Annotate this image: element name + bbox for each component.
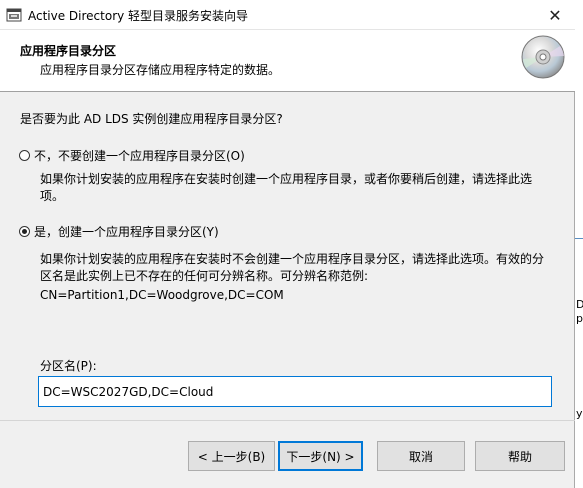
page-subtitle: 应用程序目录分区存储应用程序特定的数据。 <box>40 63 281 77</box>
title-bar: Active Directory 轻型目录服务安装向导 ✕ <box>0 0 575 30</box>
partition-name-input[interactable] <box>38 376 552 407</box>
help-button[interactable]: 帮助 <box>475 441 565 471</box>
next-button[interactable]: 下一步(N) > <box>278 441 363 471</box>
option-no-description: 如果你计划安装的应用程序在安装时创建一个应用程序目录，或者你要稍后创建，请选择此… <box>40 172 533 203</box>
background-text-fragment: y <box>576 407 583 420</box>
cancel-button[interactable]: 取消 <box>377 441 465 471</box>
radio-yes-label[interactable]: 是，创建一个应用程序目录分区(Y) <box>34 223 219 240</box>
close-icon: ✕ <box>548 5 562 25</box>
wizard-window: Active Directory 轻型目录服务安装向导 ✕ 应用程序目录分区 应… <box>0 0 575 488</box>
radio-no-label[interactable]: 不，不要创建一个应用程序目录分区(O) <box>34 147 245 164</box>
page-title: 应用程序目录分区 <box>20 44 117 58</box>
background-text-fragment: D <box>576 298 583 311</box>
background-line <box>575 238 583 239</box>
background-text-fragment: pl <box>576 312 583 325</box>
close-button[interactable]: ✕ <box>535 0 575 30</box>
window-title: Active Directory 轻型目录服务安装向导 <box>28 9 249 23</box>
app-icon <box>6 8 22 22</box>
option-yes-description: 如果你计划安装的应用程序在安装时不会创建一个应用程序目录分区，请选择此选项。有效… <box>40 252 545 283</box>
radio-option-yes[interactable]: 是，创建一个应用程序目录分区(Y) <box>19 223 219 240</box>
partition-name-label: 分区名(P): <box>40 359 97 373</box>
partition-question: 是否要为此 AD LDS 实例创建应用程序目录分区? <box>20 112 283 126</box>
button-separator <box>0 420 575 421</box>
radio-yes-circle[interactable] <box>19 226 30 237</box>
cd-disc-icon <box>521 35 565 79</box>
radio-option-no[interactable]: 不，不要创建一个应用程序目录分区(O) <box>19 147 245 164</box>
distinguished-name-example: CN=Partition1,DC=Woodgrove,DC=COM <box>40 288 284 302</box>
radio-no-circle[interactable] <box>19 150 30 161</box>
back-button[interactable]: < 上一步(B) <box>188 441 275 471</box>
background-window-strip: D pl y <box>575 0 583 488</box>
wizard-header: 应用程序目录分区 应用程序目录分区存储应用程序特定的数据。 <box>0 30 575 92</box>
